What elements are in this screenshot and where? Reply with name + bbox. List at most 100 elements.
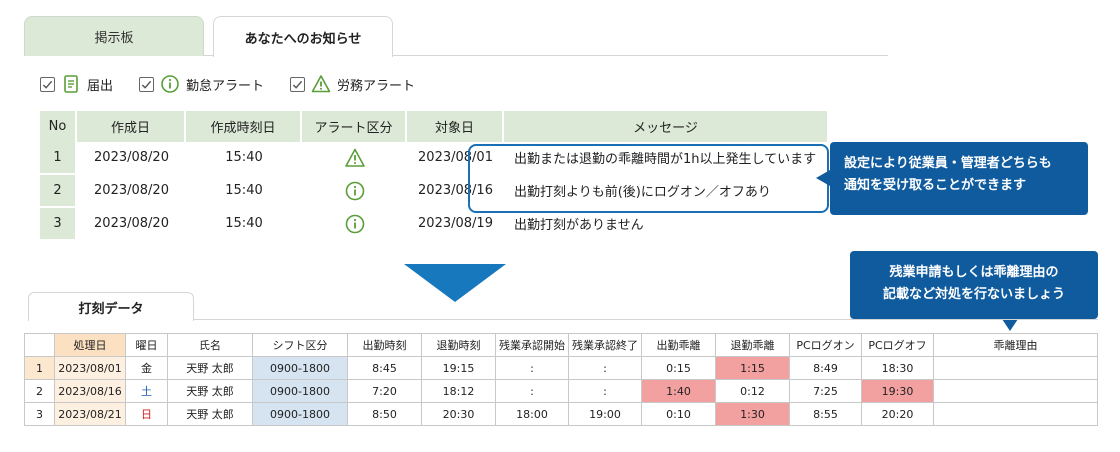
- col-header-out-gap[interactable]: 退勤乖離: [715, 333, 790, 357]
- col-header-shift[interactable]: シフト区分: [252, 333, 348, 357]
- col-header-name[interactable]: 氏名: [167, 333, 253, 357]
- ot-end[interactable]: 19:00: [568, 402, 642, 426]
- row-no: 3: [40, 208, 77, 241]
- ot-start[interactable]: :: [495, 356, 569, 380]
- filter-attendance-alert[interactable]: 勤怠アラート: [139, 74, 264, 94]
- callout-line: 残業申請もしくは乖離理由の: [889, 265, 1059, 280]
- col-header-process-date[interactable]: 処理日: [54, 333, 126, 357]
- out-gap[interactable]: 0:12: [715, 379, 790, 403]
- punch-data-grid: 処理日 曜日 氏名 シフト区分 出勤時刻 退勤時刻 残業承認開始 残業承認終了 …: [24, 333, 1098, 426]
- grid-row[interactable]: 3 2023/08/21 日 天野 太郎 0900-1800 8:50 20:3…: [24, 402, 1098, 426]
- notification-header-row: No 作成日 作成時刻日 アラート区分 対象日 メッセージ: [40, 111, 829, 142]
- gap-reason[interactable]: [933, 379, 1098, 403]
- col-header-gap-reason[interactable]: 乖離理由: [933, 333, 1098, 357]
- col-header-ot-start[interactable]: 残業承認開始: [495, 333, 569, 357]
- weekday[interactable]: 土: [125, 379, 168, 403]
- callout-notify-settings: 設定により従業員・管理者どちらも 通知を受け取ることができます: [816, 142, 1088, 215]
- gap-reason[interactable]: [933, 356, 1098, 380]
- alert-type: [302, 142, 407, 175]
- gap-reason[interactable]: [933, 402, 1098, 426]
- callout-line: 通知を受け取ることができます: [844, 178, 1027, 193]
- tab-notices[interactable]: あなたへのお知らせ: [213, 16, 393, 57]
- clock-in[interactable]: 8:50: [347, 402, 422, 426]
- in-gap[interactable]: 1:40: [641, 379, 716, 403]
- col-header-alert-type: アラート区分: [302, 111, 407, 142]
- out-gap[interactable]: 1:30: [715, 402, 790, 426]
- grid-header-row: 処理日 曜日 氏名 シフト区分 出勤時刻 退勤時刻 残業承認開始 残業承認終了 …: [24, 333, 1098, 357]
- filter-notification[interactable]: 届出: [40, 74, 113, 94]
- filter-labor-alert[interactable]: 労務アラート: [290, 74, 415, 94]
- col-header-created-date: 作成日: [77, 111, 186, 142]
- col-header-ot-end[interactable]: 残業承認終了: [568, 333, 642, 357]
- shift[interactable]: 0900-1800: [252, 379, 348, 403]
- col-header-weekday[interactable]: 曜日: [125, 333, 168, 357]
- clock-out[interactable]: 18:12: [421, 379, 496, 403]
- col-header-pc-logoff[interactable]: PCログオフ: [861, 333, 934, 357]
- filter-label-notification: 届出: [87, 78, 114, 94]
- clock-in[interactable]: 8:45: [347, 356, 422, 380]
- punch-tabs: 打刻データ: [28, 292, 1098, 321]
- clock-out[interactable]: 19:15: [421, 356, 496, 380]
- tab-punch-data[interactable]: 打刻データ: [28, 292, 194, 321]
- filter-bar: 届出 勤怠アラート 労務アラート: [40, 74, 441, 94]
- grid-row[interactable]: 1 2023/08/01 金 天野 太郎 0900-1800 8:45 19:1…: [24, 356, 1098, 380]
- info-circle-icon: [345, 214, 364, 233]
- filter-label-attendance-alert: 勤怠アラート: [186, 78, 265, 94]
- created-date: 2023/08/20: [77, 175, 186, 208]
- col-header-in-gap[interactable]: 出勤乖離: [641, 333, 716, 357]
- check-icon: [292, 80, 303, 89]
- created-time: 15:40: [186, 175, 302, 208]
- row-number: 2: [24, 379, 55, 403]
- pc-logon[interactable]: 8:49: [789, 356, 862, 380]
- checkbox-attendance-alert[interactable]: [139, 76, 155, 92]
- clock-out[interactable]: 20:30: [421, 402, 496, 426]
- ot-start[interactable]: 18:00: [495, 402, 569, 426]
- created-time: 15:40: [186, 142, 302, 175]
- shift[interactable]: 0900-1800: [252, 356, 348, 380]
- process-date[interactable]: 2023/08/16: [54, 379, 126, 403]
- process-date[interactable]: 2023/08/01: [54, 356, 126, 380]
- notice-tabs: 掲示板 あなたへのお知らせ: [24, 16, 888, 57]
- row-number: 1: [24, 356, 55, 380]
- tab-bulletin-board[interactable]: 掲示板: [24, 16, 204, 56]
- employee-name[interactable]: 天野 太郎: [167, 402, 253, 426]
- grid-row[interactable]: 2 2023/08/16 土 天野 太郎 0900-1800 7:20 18:1…: [24, 379, 1098, 403]
- pc-logoff[interactable]: 19:30: [861, 379, 934, 403]
- ot-start[interactable]: :: [495, 379, 569, 403]
- weekday[interactable]: 金: [125, 356, 168, 380]
- row-no: 2: [40, 175, 77, 208]
- in-gap[interactable]: 0:10: [641, 402, 716, 426]
- pc-logon[interactable]: 7:25: [789, 379, 862, 403]
- checkbox-notification[interactable]: [40, 76, 55, 92]
- out-gap[interactable]: 1:15: [715, 356, 790, 380]
- checkbox-labor-alert[interactable]: [290, 76, 306, 92]
- employee-name[interactable]: 天野 太郎: [167, 356, 253, 380]
- check-icon: [141, 80, 152, 89]
- col-header-clock-in[interactable]: 出勤時刻: [347, 333, 422, 357]
- ot-end[interactable]: :: [568, 379, 642, 403]
- message-highlight-frame: [468, 144, 829, 213]
- callout-line: 設定により従業員・管理者どちらも: [844, 156, 1052, 171]
- pc-logoff[interactable]: 18:30: [861, 356, 934, 380]
- employee-name[interactable]: 天野 太郎: [167, 379, 253, 403]
- row-no: 1: [40, 142, 77, 175]
- pc-logon[interactable]: 8:55: [789, 402, 862, 426]
- col-header-message: メッセージ: [504, 111, 829, 142]
- warning-triangle-icon: [311, 74, 331, 94]
- process-date[interactable]: 2023/08/21: [54, 402, 126, 426]
- col-header-pc-logon[interactable]: PCログオン: [789, 333, 862, 357]
- col-header-rownum: [24, 333, 55, 357]
- col-header-created-time: 作成時刻日: [186, 111, 302, 142]
- row-number: 3: [24, 402, 55, 426]
- col-header-clock-out[interactable]: 退勤時刻: [421, 333, 496, 357]
- clock-in[interactable]: 7:20: [347, 379, 422, 403]
- shift[interactable]: 0900-1800: [252, 402, 348, 426]
- ot-end[interactable]: :: [568, 356, 642, 380]
- weekday[interactable]: 日: [125, 402, 168, 426]
- pc-logoff[interactable]: 20:20: [861, 402, 934, 426]
- warning-triangle-icon: [344, 148, 365, 167]
- info-circle-icon: [160, 74, 180, 94]
- in-gap[interactable]: 0:15: [641, 356, 716, 380]
- created-date: 2023/08/20: [77, 142, 186, 175]
- created-time: 15:40: [186, 208, 302, 241]
